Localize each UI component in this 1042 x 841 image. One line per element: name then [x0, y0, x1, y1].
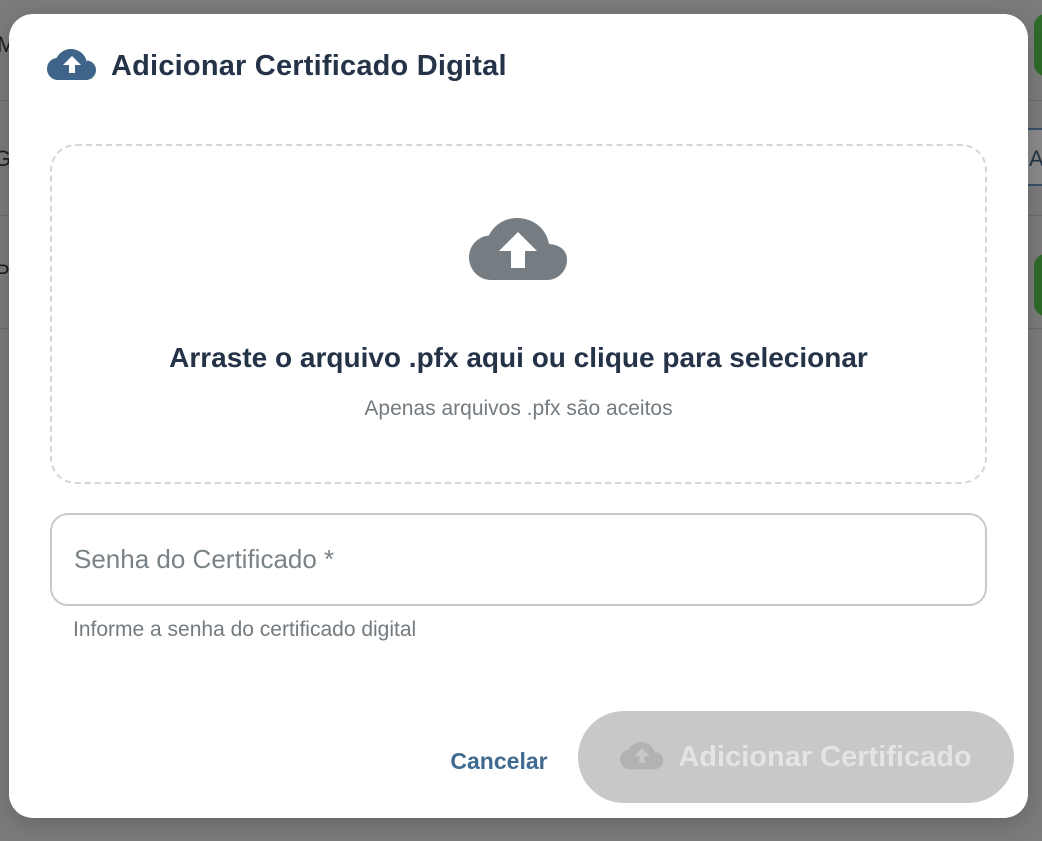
dropzone-title: Arraste o arquivo .pfx aqui ou clique pa…: [169, 342, 868, 373]
dialog-title: Adicionar Certificado Digital: [111, 49, 507, 82]
add-certificate-dialog: Adicionar Certificado Digital Arraste o …: [9, 14, 1028, 818]
password-helper-text: Informe a senha do certificado digital: [73, 618, 417, 641]
dropzone-subtitle: Apenas arquivos .pfx são aceitos: [364, 397, 673, 420]
background-status-badge: [1034, 14, 1042, 76]
cloud-upload-icon: [47, 49, 96, 80]
background-divider: [0, 215, 9, 216]
background-divider: [0, 100, 9, 101]
certificate-password-field: [50, 513, 987, 606]
cloud-upload-icon: [469, 218, 567, 280]
add-certificate-button[interactable]: Adicionar Certificado: [578, 711, 1014, 803]
background-divider: [1028, 100, 1042, 101]
background-divider: [0, 328, 9, 329]
file-dropzone[interactable]: Arraste o arquivo .pfx aqui ou clique pa…: [50, 144, 987, 484]
cancel-button[interactable]: Cancelar: [429, 741, 569, 781]
cloud-upload-icon: [620, 742, 664, 770]
background-divider: [1028, 328, 1042, 329]
add-certificate-label: Adicionar Certificado: [678, 740, 972, 773]
background-divider: [1028, 215, 1042, 216]
background-status-badge: [1034, 254, 1042, 316]
certificate-password-input[interactable]: [52, 515, 985, 604]
background-tab: A: [1028, 128, 1042, 186]
dialog-header: Adicionar Certificado Digital: [47, 48, 507, 84]
